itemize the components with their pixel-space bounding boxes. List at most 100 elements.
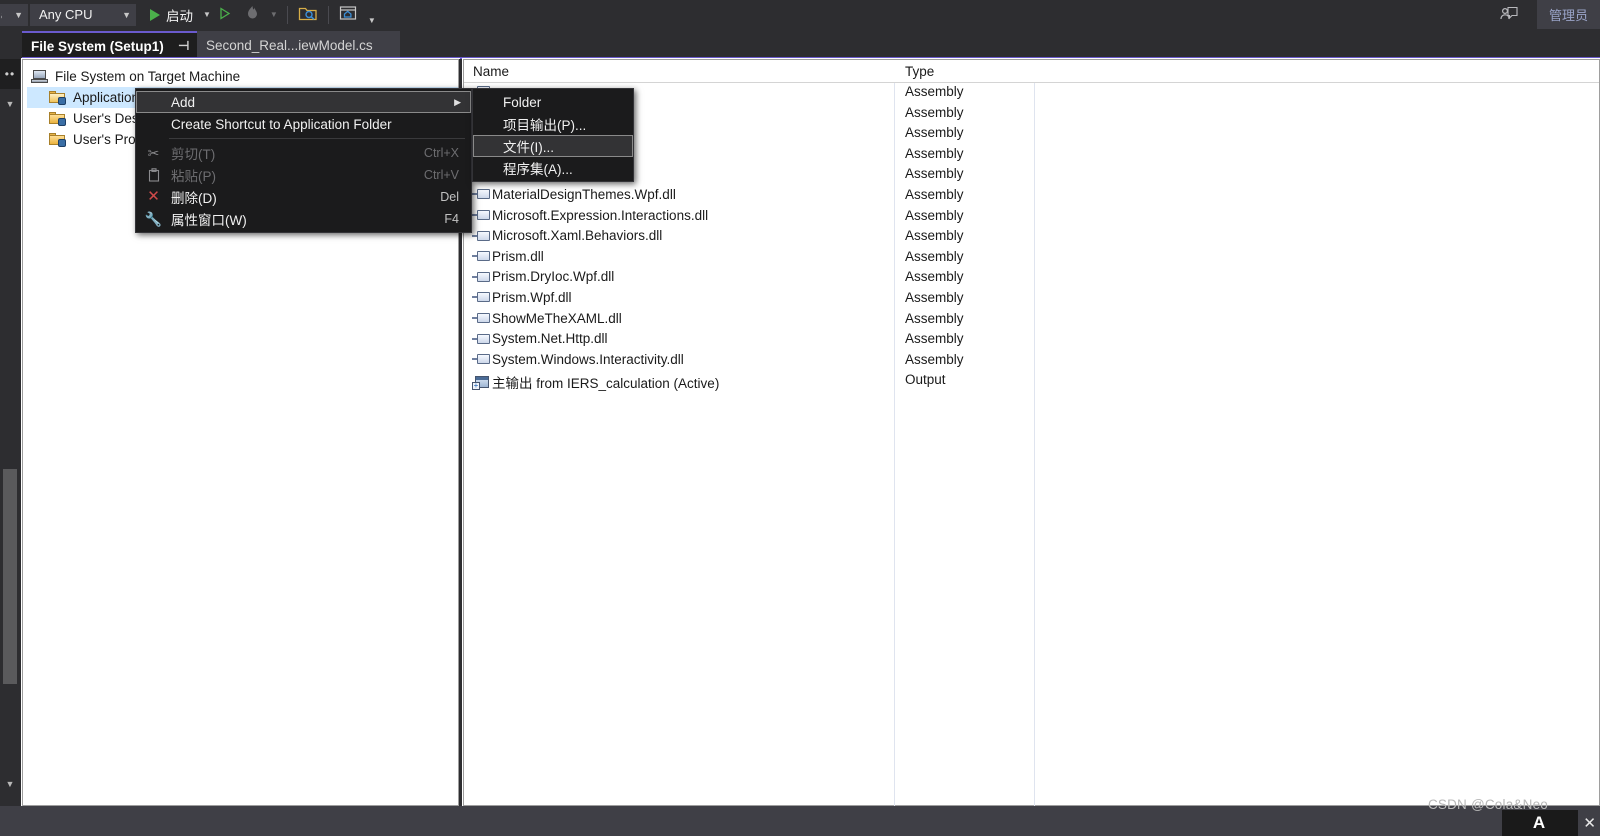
toolbar-right-group: 管理员 — [1495, 0, 1600, 29]
dll-icon — [472, 270, 492, 284]
submenu-item-file[interactable]: 文件(I)... — [473, 135, 633, 157]
dll-icon — [472, 290, 492, 304]
rail-scroll-bottom-icon[interactable]: ▼ — [0, 771, 20, 797]
table-row[interactable]: System.Net.Http.dll Assembly — [464, 330, 1599, 351]
table-row[interactable]: Assembly — [464, 124, 1599, 145]
column-header-type[interactable]: Type — [905, 64, 934, 79]
go-to-live-visual-tree-button[interactable] — [335, 3, 362, 27]
pin-icon[interactable]: ⊣ — [178, 38, 190, 54]
table-row[interactable]: Assembly — [464, 83, 1599, 104]
feedback-person-icon[interactable] — [1495, 3, 1523, 27]
table-row[interactable]: Prism.Wpf.dll Assembly — [464, 289, 1599, 310]
file-name-cell: System.Net.Http.dll — [472, 331, 608, 346]
dll-icon — [472, 208, 492, 222]
chevron-right-icon: ▶ — [454, 96, 461, 107]
platform-value: Any CPU — [39, 7, 93, 22]
start-without-debug-button[interactable] — [214, 3, 235, 27]
context-menu-item-cut[interactable]: ✂ 剪切(T) Ctrl+X — [136, 142, 471, 164]
table-row[interactable]: Prism.DryIoc.Wpf.dll Assembly — [464, 268, 1599, 289]
column-header-name[interactable]: Name — [473, 64, 509, 79]
table-row[interactable]: ShowMeTheXAML.dll Assembly — [464, 310, 1599, 331]
rail-scrollbar-thumb[interactable] — [3, 469, 17, 684]
context-menu-item-paste[interactable]: 粘贴(P) Ctrl+V — [136, 164, 471, 186]
dll-icon — [472, 249, 492, 263]
context-menu-item-properties-window[interactable]: 🔧 属性窗口(W) F4 — [136, 208, 471, 230]
file-type-cell: Assembly — [905, 289, 964, 305]
tab-file-system-setup1[interactable]: File System (Setup1) ⊣ ✕ — [22, 31, 222, 59]
table-row[interactable]: MaterialDesignThemes.Wpf.dll Assembly — [464, 186, 1599, 207]
tab-second-real-viewmodel[interactable]: Second_Real...iewModel.cs — [197, 31, 400, 59]
start-debug-button[interactable]: 启动 — [146, 3, 197, 27]
submenu-item-assembly[interactable]: 程序集(A)... — [473, 157, 633, 179]
flame-icon — [245, 5, 260, 24]
folder-icon — [49, 111, 67, 126]
file-name-cell: + 主输出 from IERS_calculation (Active) — [472, 372, 719, 392]
file-name-label: Microsoft.Expression.Interactions.dll — [492, 207, 709, 223]
file-name-cell: MaterialDesignThemes.Wpf.dll — [472, 187, 676, 202]
hot-reload-button[interactable] — [241, 3, 264, 27]
context-menu-item-create-shortcut[interactable]: Create Shortcut to Application Folder — [136, 113, 471, 135]
file-name-label: 主输出 from IERS_calculation (Active) — [492, 376, 720, 392]
submenu-label: 项目输出(P)... — [503, 118, 587, 133]
context-menu-label: 删除(D) — [171, 191, 217, 206]
table-row[interactable]: Microsoft.Xaml.Behaviors.dll Assembly — [464, 227, 1599, 248]
file-type-cell: Assembly — [905, 145, 964, 161]
select-element-button[interactable] — [294, 3, 322, 27]
scissors-icon: ✂ — [147, 145, 160, 161]
submenu-item-folder[interactable]: Folder — [473, 91, 633, 113]
file-name-label: MaterialDesignThemes.Wpf.dll — [492, 186, 676, 202]
status-bar: CSDN @Cola&Neo A ✕ — [0, 797, 1600, 836]
file-list: Assembly Assembly Assembly Assembly Assembly… — [464, 83, 1599, 392]
chevron-down-icon: ▼ — [14, 9, 23, 20]
rail-handle-icon[interactable]: •• — [0, 59, 20, 89]
table-row[interactable]: Assembly — [464, 165, 1599, 186]
rail-scrollbar-track[interactable] — [2, 119, 18, 799]
toolbar-overflow-chevron-down-icon[interactable]: ▼ — [368, 16, 376, 25]
file-type-cell: Assembly — [905, 104, 964, 120]
chevron-down-icon: ▼ — [122, 9, 131, 20]
file-name-cell: System.Windows.Interactivity.dll — [472, 352, 684, 367]
table-row[interactable]: System.Windows.Interactivity.dll Assembly — [464, 351, 1599, 372]
file-type-cell: Assembly — [905, 207, 964, 223]
logo-badge: A — [1502, 810, 1578, 836]
table-row[interactable]: Prism.dll Assembly — [464, 248, 1599, 269]
context-menu-item-add[interactable]: Add ▶ — [136, 91, 471, 113]
platform-dropdown[interactable]: Any CPU ▼ — [30, 3, 136, 26]
file-name-cell: Prism.DryIoc.Wpf.dll — [472, 269, 614, 284]
tree-root-node[interactable]: File System on Target Machine — [27, 66, 458, 87]
submenu-item-project-output[interactable]: 项目输出(P)... — [473, 113, 633, 135]
clipboard-icon — [145, 167, 162, 183]
file-type-cell: Assembly — [905, 269, 964, 285]
play-icon — [150, 8, 160, 21]
tab-label: Second_Real...iewModel.cs — [206, 37, 373, 53]
file-name-cell: Prism.dll — [472, 249, 544, 264]
context-menu-item-delete[interactable]: ✕ 删除(D) Del — [136, 186, 471, 208]
file-type-cell: Assembly — [905, 351, 964, 367]
configuration-dropdown[interactable]: ase ▼ — [0, 3, 28, 26]
context-menu-label: 剪切(T) — [171, 147, 216, 162]
folder-open-icon — [49, 90, 67, 105]
table-row[interactable]: + 主输出 from IERS_calculation (Active) Outpu… — [464, 371, 1599, 392]
file-name-label: Prism.Wpf.dll — [492, 289, 572, 305]
submenu-label: 文件(I)... — [503, 140, 554, 155]
file-type-cell: Assembly — [905, 125, 964, 141]
dll-icon — [472, 332, 492, 346]
hot-reload-chevron-down-icon[interactable]: ▼ — [270, 10, 278, 19]
rail-scroll-down-icon[interactable]: ▼ — [0, 91, 20, 117]
file-name-cell: Microsoft.Xaml.Behaviors.dll — [472, 228, 662, 243]
file-type-cell: Assembly — [905, 186, 964, 202]
delete-x-icon: ✕ — [147, 188, 160, 205]
file-name-cell: ShowMeTheXAML.dll — [472, 311, 622, 326]
list-header: Name Type — [464, 60, 1599, 83]
file-type-cell: Output — [905, 372, 946, 388]
context-menu-shortcut: Ctrl+V — [423, 168, 459, 182]
table-row[interactable]: Assembly — [464, 104, 1599, 125]
close-icon[interactable]: ✕ — [1583, 814, 1596, 832]
table-row[interactable]: Microsoft.Expression.Interactions.dll Ass… — [464, 207, 1599, 228]
toolbar-separator — [286, 5, 288, 24]
start-dropdown-chevron-down-icon[interactable]: ▼ — [203, 10, 211, 19]
computer-icon — [31, 69, 49, 84]
table-row[interactable]: Assembly — [464, 145, 1599, 166]
start-label: 启动 — [166, 8, 193, 24]
context-submenu-add: Folder 项目输出(P)... 文件(I)... 程序集(A)... — [472, 88, 634, 182]
